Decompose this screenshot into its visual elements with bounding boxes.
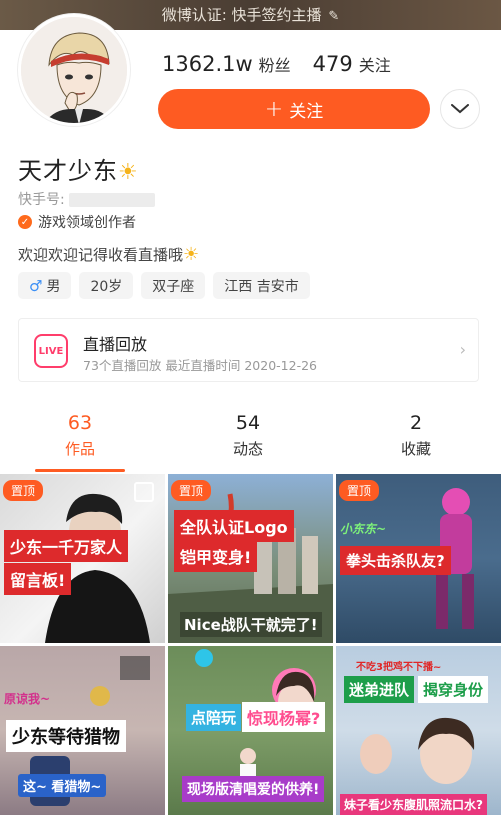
live-replay-title: 直播回放 — [83, 335, 148, 354]
sun-icon: ☀ — [183, 244, 200, 265]
video-caption: 铠甲变身! — [174, 540, 258, 572]
tab-count: 54 — [235, 412, 261, 434]
edit-pen-icon[interactable]: ✎ — [328, 9, 339, 24]
pinned-badge: 置顶 — [3, 480, 44, 501]
pinned-badge: 置顶 — [339, 480, 380, 501]
live-replay-card[interactable]: LIVE 直播回放 73个直播回放 最近直播时间 2020-12-26 › — [18, 318, 479, 382]
verification-label: 微博认证: 快手签约主播 — [161, 6, 322, 24]
tab-label: 收藏 — [400, 440, 431, 458]
following-count[interactable]: 479 — [313, 52, 353, 76]
video-caption: 揭穿身份 — [418, 676, 489, 703]
video-caption: 少东等待猎物 — [6, 720, 126, 752]
select-checkbox[interactable] — [134, 482, 154, 502]
video-tile[interactable]: 不吃3把鸡不下播~ 迷弟进队 揭穿身份 妹子看少东腹肌照流口水? — [336, 646, 501, 815]
following-label[interactable]: 关注 — [359, 52, 391, 76]
chevron-right-icon: › — [459, 340, 466, 359]
video-caption: 不吃3把鸡不下播~ — [356, 662, 442, 673]
video-caption: Nice战队干就完了! — [180, 612, 322, 637]
avatar-illustration — [21, 17, 127, 123]
video-caption: 全队认证Logo — [174, 510, 294, 542]
video-caption: 点陪玩 — [186, 704, 242, 731]
male-icon: ♂ — [29, 276, 43, 295]
follow-button[interactable]: + 关注 — [158, 89, 430, 129]
video-caption: 少东一千万家人 — [4, 530, 129, 562]
bio: 欢迎欢迎记得收看直播哦☀ — [18, 244, 199, 265]
bio-text: 欢迎欢迎记得收看直播哦 — [18, 246, 184, 264]
kuaishou-id[interactable]: 快手号: — [18, 189, 155, 209]
video-tile[interactable]: 置顶 小东东~ 拳头击杀队友? — [336, 474, 501, 643]
tab-count: 63 — [67, 412, 93, 434]
video-caption: 小东东~ — [340, 522, 387, 536]
video-caption: 留言板! — [4, 563, 72, 595]
kuaishou-id-redacted — [68, 193, 155, 207]
follow-label: 关注 — [289, 101, 324, 122]
avatar[interactable] — [18, 14, 130, 126]
video-caption: 原谅我~ — [4, 692, 51, 706]
video-caption: 现场版清唱爱的供养! — [182, 776, 325, 802]
sun-icon: ☀ — [118, 160, 139, 185]
fans-label[interactable]: 粉丝 — [259, 52, 291, 76]
tag-location: 江西 吉安市 — [213, 272, 310, 299]
kuaishou-id-label: 快手号: — [18, 192, 65, 208]
tab-label: 动态 — [232, 440, 263, 458]
more-button[interactable] — [440, 89, 480, 129]
tag-label: 男 — [46, 278, 61, 295]
plus-icon: + — [264, 96, 284, 122]
content-tabs: 63 作品 54 动态 2 收藏 — [0, 412, 501, 472]
profile-name: 天才少东☀ — [18, 151, 139, 186]
video-caption: 惊现杨幂? — [242, 702, 326, 732]
video-caption: 拳头击杀队友? — [340, 546, 451, 575]
video-caption: 这~ 看猎物~ — [18, 774, 107, 797]
profile-tags: ♂ 男 20岁 双子座 江西 吉安市 — [18, 272, 318, 299]
profile-name-text: 天才少东 — [18, 157, 118, 185]
pinned-badge: 置顶 — [171, 480, 212, 501]
fans-count[interactable]: 1362.1w — [162, 52, 253, 76]
video-tile[interactable]: 置顶 少东一千万家人 留言板! — [0, 474, 165, 643]
tag-gender: ♂ 男 — [18, 272, 72, 299]
tab-favorites[interactable]: 2 收藏 — [366, 412, 466, 459]
live-replay-subtitle: 73个直播回放 最近直播时间 2020-12-26 — [83, 358, 317, 373]
tab-label: 作品 — [64, 440, 95, 458]
tab-works[interactable]: 63 作品 — [30, 412, 130, 459]
video-tile[interactable]: 原谅我~ 少东等待猎物 这~ 看猎物~ — [0, 646, 165, 815]
video-caption: 迷弟进队 — [344, 676, 415, 703]
active-tab-indicator — [35, 469, 125, 472]
tag-label: 江西 吉安市 — [224, 278, 299, 295]
video-tile[interactable]: 置顶 全队认证Logo 铠甲变身! Nice战队干就完了! — [168, 474, 333, 643]
tab-moments[interactable]: 54 动态 — [198, 412, 298, 459]
creator-badge[interactable]: ✓ 游戏领域创作者 — [18, 212, 136, 232]
verified-check-icon: ✓ — [18, 215, 32, 229]
tab-count: 2 — [409, 412, 423, 434]
video-tile[interactable]: 点陪玩 惊现杨幂? 现场版清唱爱的供养! — [168, 646, 333, 815]
tag-age: 20岁 — [79, 272, 134, 299]
tag-zodiac: 双子座 — [141, 272, 206, 299]
video-caption: 妹子看少东腹肌照流口水? — [340, 794, 487, 815]
creator-badge-label: 游戏领域创作者 — [38, 215, 136, 231]
tag-label: 20岁 — [90, 278, 123, 295]
video-grid: 置顶 少东一千万家人 留言板! 置顶 全队认证Logo 铠甲变身! Nice战队… — [0, 474, 501, 817]
chevron-down-icon — [451, 104, 469, 114]
stats-row: 1362.1w 粉丝 479 关注 — [162, 52, 413, 80]
live-icon: LIVE — [34, 334, 68, 368]
tag-label: 双子座 — [152, 278, 195, 295]
